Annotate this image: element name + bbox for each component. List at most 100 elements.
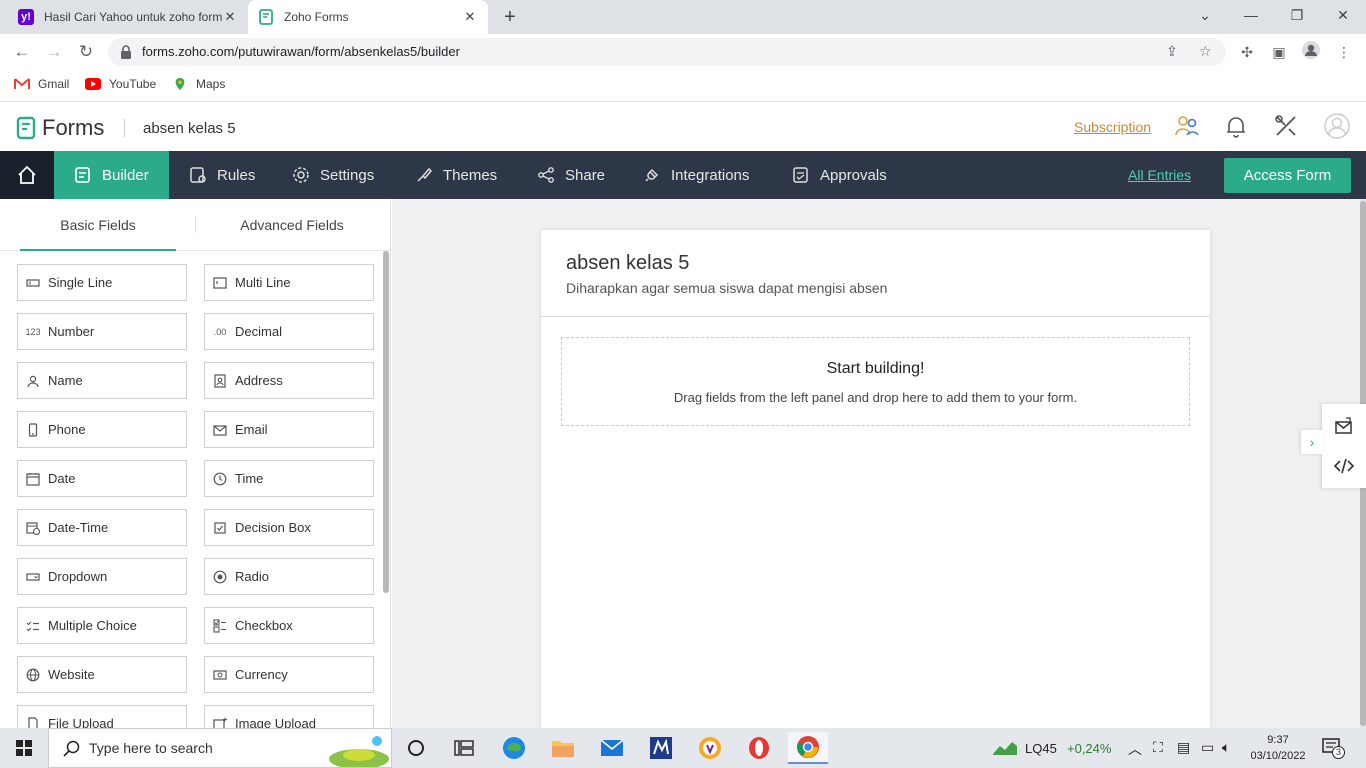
nav-integrations[interactable]: Integrations [643, 151, 749, 199]
back-arrow-icon[interactable]: ← [10, 40, 34, 64]
taskbar-search[interactable]: Type here to search [48, 728, 392, 768]
close-window-button[interactable]: ✕ [1320, 0, 1366, 34]
address-bar[interactable]: forms.zoho.com/putuwirawan/form/absenkel… [108, 38, 1226, 66]
close-tab-icon[interactable]: ✕ [462, 9, 478, 25]
tray-app-icon[interactable]: ⛶ [1153, 739, 1163, 756]
field-checkbox[interactable]: Checkbox [204, 607, 374, 644]
edge-icon[interactable] [494, 732, 534, 764]
bookmark-maps[interactable]: Maps [172, 77, 225, 91]
forward-arrow-icon[interactable]: → [42, 40, 66, 64]
envelope-edit-icon[interactable] [1334, 416, 1354, 436]
nav-approvals[interactable]: Approvals [792, 151, 887, 199]
dropdown-icon [26, 570, 40, 584]
nav-rules[interactable]: Rules [189, 151, 255, 199]
form-description[interactable]: Diharapkan agar semua siswa dapat mengis… [566, 280, 887, 296]
field-currency[interactable]: Currency [204, 656, 374, 693]
browser-tab-yahoo[interactable]: y! Hasil Cari Yahoo untuk zoho form ✕ [8, 0, 248, 34]
access-form-button[interactable]: Access Form [1224, 158, 1351, 193]
user-avatar-icon[interactable] [1324, 113, 1350, 139]
field-dropzone[interactable]: Start building! Drag fields from the lef… [561, 337, 1190, 426]
field-label: Multi Line [235, 275, 291, 290]
notification-count: 3 [1332, 746, 1345, 759]
fields-tabs: Basic Fields Advanced Fields [0, 199, 390, 251]
taskbar-clock[interactable]: 9:37 03/10/2022 [1250, 732, 1306, 764]
reload-icon[interactable]: ↻ [74, 40, 98, 64]
widgets-icon[interactable] [444, 732, 484, 764]
nav-label: Settings [320, 166, 375, 184]
windows-start-icon[interactable] [0, 728, 48, 768]
field-decision-box[interactable]: Decision Box [204, 509, 374, 546]
field-address[interactable]: Address [204, 362, 374, 399]
extensions-icon[interactable]: ✣ [1237, 40, 1257, 64]
form-name[interactable]: absen kelas 5 [566, 252, 689, 275]
field-phone[interactable]: Phone [17, 411, 187, 448]
network-icon[interactable]: ▤ [1177, 739, 1190, 756]
maximize-button[interactable]: ❐ [1274, 0, 1320, 34]
field-multi-line[interactable]: Multi Line [204, 264, 374, 301]
tab-advanced-fields[interactable]: Advanced Fields [214, 199, 370, 251]
field-dropdown[interactable]: Dropdown [17, 558, 187, 595]
all-entries-link[interactable]: All Entries [1128, 167, 1191, 183]
minimize-button[interactable]: — [1228, 0, 1274, 34]
clock-time: 9:37 [1267, 734, 1289, 746]
field-date-time[interactable]: Date-Time [17, 509, 187, 546]
bookmark-youtube[interactable]: YouTube [85, 77, 156, 91]
search-icon [63, 740, 80, 757]
subscription-link[interactable]: Subscription [1074, 119, 1151, 135]
bell-icon[interactable] [1223, 113, 1249, 139]
close-tab-icon[interactable]: ✕ [222, 9, 238, 25]
app-m-icon[interactable] [641, 732, 681, 764]
field-image-upload[interactable]: Image Upload [204, 705, 374, 728]
forms-logo[interactable]: Forms [16, 115, 104, 141]
volume-icon[interactable]: 🔈︎ [1222, 739, 1230, 756]
mail-icon[interactable] [592, 732, 632, 764]
field-decimal[interactable]: .00 Decimal [204, 313, 374, 350]
field-date[interactable]: Date [17, 460, 187, 497]
new-tab-button[interactable]: + [498, 5, 522, 29]
nav-builder[interactable]: Builder [54, 151, 169, 199]
chevron-up-icon[interactable]: ︿ [1128, 739, 1142, 759]
embed-code-icon[interactable] [1334, 456, 1354, 476]
browser-tab-zoho-forms[interactable]: Zoho Forms ✕ [248, 0, 488, 34]
vpn-shield-icon[interactable] [690, 732, 730, 764]
opera-icon[interactable] [739, 732, 779, 764]
field-label: Checkbox [235, 618, 293, 633]
checkbox-icon [213, 618, 227, 633]
date-time-icon [26, 521, 40, 535]
chevron-right-icon[interactable]: › [1301, 430, 1323, 454]
home-button[interactable] [0, 151, 54, 199]
field-single-line[interactable]: Single Line [17, 264, 187, 301]
task-view-icon[interactable] [396, 732, 436, 764]
nav-share[interactable]: Share [537, 151, 605, 199]
tab-title: Hasil Cari Yahoo untuk zoho form [44, 10, 222, 24]
field-radio[interactable]: Radio [204, 558, 374, 595]
bookmark-gmail[interactable]: Gmail [14, 77, 69, 91]
nav-themes[interactable]: Themes [415, 151, 497, 199]
menu-dots-icon[interactable]: ⋮ [1334, 40, 1354, 64]
field-file-upload[interactable]: File Upload [17, 705, 187, 728]
field-name[interactable]: Name [17, 362, 187, 399]
chrome-icon[interactable] [788, 732, 828, 764]
users-icon[interactable] [1174, 113, 1200, 139]
tab-search-icon[interactable]: ⌄ [1182, 0, 1228, 34]
field-number[interactable]: 123 Number [17, 313, 187, 350]
bookmarks-bar: Gmail YouTube Maps [0, 70, 1366, 102]
field-email[interactable]: Email [204, 411, 374, 448]
battery-icon[interactable]: ▭ [1201, 739, 1214, 756]
field-time[interactable]: Time [204, 460, 374, 497]
tools-icon[interactable] [1273, 113, 1299, 139]
field-website[interactable]: Website [17, 656, 187, 693]
fields-scrollbar[interactable] [383, 251, 389, 593]
tab-basic-fields[interactable]: Basic Fields [20, 199, 176, 251]
share-icon[interactable]: ⇪ [1166, 43, 1178, 60]
file-explorer-icon[interactable] [543, 732, 583, 764]
star-icon[interactable]: ☆ [1199, 43, 1212, 60]
profile-icon[interactable] [1301, 40, 1321, 64]
side-panel-icon[interactable]: ▣ [1269, 40, 1289, 64]
nav-settings[interactable]: Settings [292, 151, 374, 199]
stock-name[interactable]: LQ45 [1025, 741, 1057, 756]
field-multiple-choice[interactable]: Multiple Choice [17, 607, 187, 644]
form-title[interactable]: absen kelas 5 [143, 120, 236, 137]
field-label: Phone [48, 422, 86, 437]
notifications-icon[interactable]: 3 [1322, 738, 1345, 759]
